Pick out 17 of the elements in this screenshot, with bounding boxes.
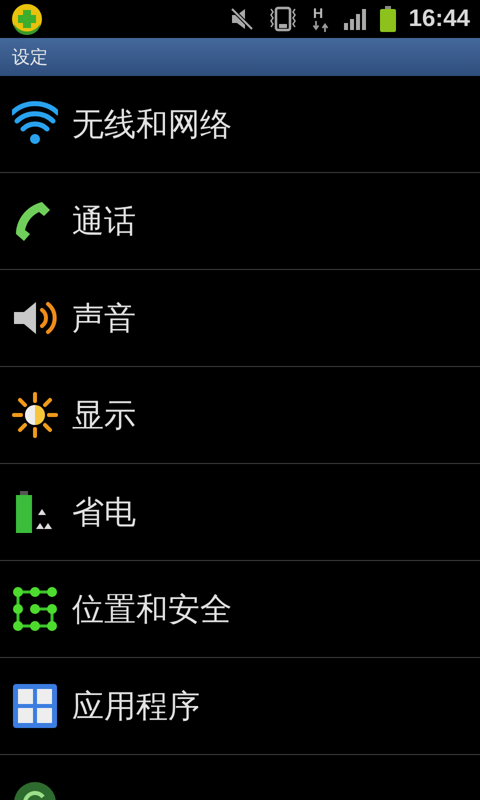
clock-time: 16:44 [408,4,470,34]
settings-item[interactable]: 无线和网络 [0,76,480,173]
sun-icon [12,392,58,438]
signal-icon [342,7,367,31]
screen-title: 设定 [12,46,48,70]
dot-pattern-icon [12,586,58,632]
settings-item[interactable]: 省电 [0,464,480,561]
app-notification-icon [10,2,44,36]
battery-icon [378,5,397,33]
settings-item[interactable]: 位置和安全 [0,561,480,658]
settings-item[interactable]: 通话 [0,173,480,270]
wifi-icon [12,101,58,147]
settings-item[interactable]: 显示 [0,367,480,464]
mute-icon [228,6,255,32]
settings-item[interactable]: 应用程序 [0,658,480,755]
apps-grid-icon [12,683,58,729]
settings-item[interactable]: 声音 [0,270,480,367]
